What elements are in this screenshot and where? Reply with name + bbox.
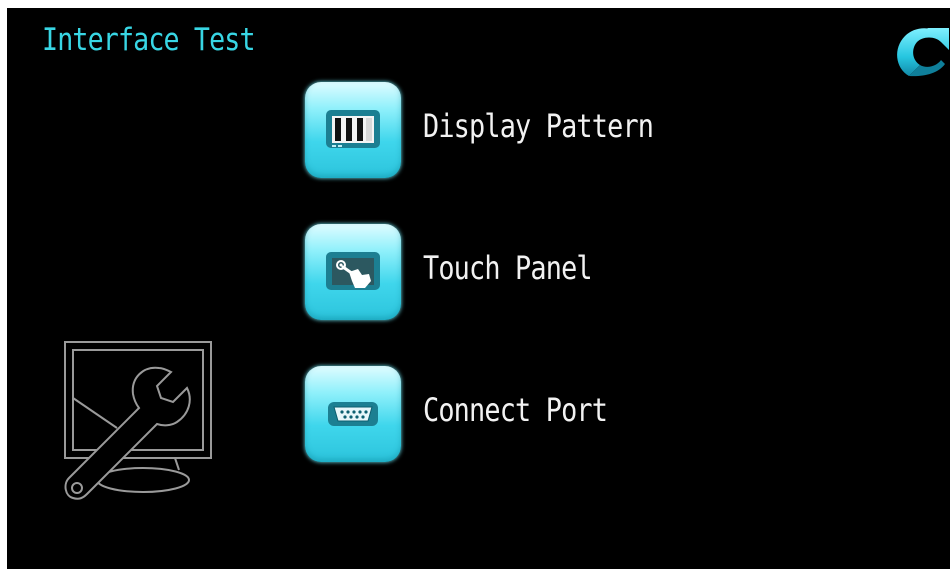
monitor-wrench-icon: [64, 341, 212, 500]
refresh-back-arrow-icon: [897, 28, 949, 77]
menu-item-display-pattern[interactable]: Display Pattern: [305, 82, 725, 178]
connect-port-tile[interactable]: [305, 366, 401, 462]
touch-panel-tile[interactable]: [305, 224, 401, 320]
monitor-wrench-illustration: [47, 338, 222, 513]
menu-item-touch-panel[interactable]: Touch Panel: [305, 224, 725, 320]
screen: Interface Test Display Pattern Touch Pan…: [7, 8, 950, 569]
menu-item-label: Touch Panel: [423, 249, 593, 287]
menu-item-label: Display Pattern: [423, 107, 654, 145]
page-title: Interface Test: [42, 22, 256, 58]
touch-panel-icon: [326, 252, 380, 290]
display-pattern-icon: [326, 110, 380, 148]
menu-item-label: Connect Port: [423, 391, 608, 429]
display-pattern-tile[interactable]: [305, 82, 401, 178]
menu-item-connect-port[interactable]: Connect Port: [305, 366, 725, 462]
serial-port-icon: [328, 402, 378, 426]
back-button[interactable]: [887, 22, 950, 78]
